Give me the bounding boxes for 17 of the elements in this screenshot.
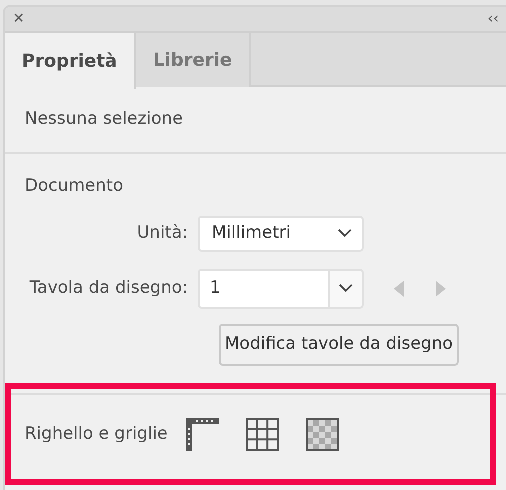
section-heading: Documento (25, 175, 124, 198)
edit-artboards-button[interactable]: Modifica tavole da disegno (219, 324, 459, 366)
field-label: Tavola da disegno: (28, 276, 189, 300)
chevron-icon (339, 284, 353, 293)
status-text: Nessuna selezione (25, 108, 184, 131)
close-button[interactable]: ✕ (13, 12, 25, 26)
grid-icon[interactable] (246, 418, 279, 451)
checkerboard-icon[interactable] (306, 418, 339, 451)
ruler-icon[interactable] (186, 418, 219, 451)
collapse-button[interactable]: ‹‹ (488, 12, 499, 26)
artboard-field[interactable]: 1 (198, 268, 328, 308)
chevron-icon (338, 229, 352, 238)
dropdown-button[interactable] (328, 268, 364, 308)
tab[interactable]: Proprietà (5, 33, 136, 89)
field-label: Unità: (136, 222, 189, 245)
section-label: Righello e griglie (25, 422, 168, 446)
units-dropdown[interactable]: Millimetri (198, 216, 364, 252)
